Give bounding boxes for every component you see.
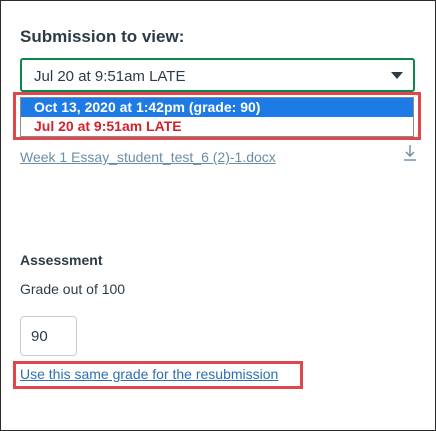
dropdown-option-graded[interactable]: Oct 13, 2020 at 1:42pm (grade: 90) bbox=[21, 98, 413, 117]
download-icon[interactable] bbox=[402, 143, 418, 163]
grade-input[interactable]: 90 bbox=[20, 316, 77, 356]
grade-input-value: 90 bbox=[31, 328, 48, 345]
use-same-grade-link[interactable]: Use this same grade for the resubmission bbox=[20, 366, 278, 382]
dropdown-option-late[interactable]: Jul 20 at 9:51am LATE bbox=[21, 117, 413, 136]
panel-frame: Submission to view: Jul 20 at 9:51am LAT… bbox=[0, 0, 436, 431]
submission-select-value: Jul 20 at 9:51am LATE bbox=[34, 68, 186, 85]
submission-select[interactable]: Jul 20 at 9:51am LATE bbox=[20, 58, 415, 92]
attachment-link[interactable]: Week 1 Essay_student_test_6 (2)-1.docx bbox=[20, 149, 276, 165]
chevron-down-icon[interactable] bbox=[391, 72, 403, 79]
submission-heading: Submission to view: bbox=[20, 27, 185, 46]
grade-label: Grade out of 100 bbox=[20, 281, 126, 297]
assessment-heading: Assessment bbox=[20, 252, 103, 268]
submission-dropdown-list: Oct 13, 2020 at 1:42pm (grade: 90) Jul 2… bbox=[20, 97, 414, 137]
